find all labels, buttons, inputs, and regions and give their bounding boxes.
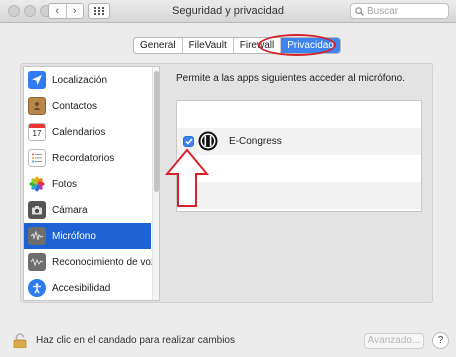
lock-message: Haz clic en el candado para realizar cam… — [36, 335, 235, 346]
sidebar-item-contactos[interactable]: Contactos — [24, 93, 151, 119]
sidebar-item-recordatorios[interactable]: Recordatorios — [24, 145, 151, 171]
sidebar-item-calendarios[interactable]: 17 Calendarios — [24, 119, 151, 145]
search-field[interactable] — [350, 3, 449, 19]
app-permission-list: E-Congress — [176, 100, 422, 212]
tab-general[interactable]: General — [134, 38, 183, 53]
sidebar-item-fotos[interactable]: Fotos — [24, 171, 151, 197]
sidebar-item-microfono[interactable]: Micrófono — [24, 223, 151, 249]
sidebar-item-label: Micrófono — [52, 230, 96, 242]
sidebar-scrollbar[interactable] — [152, 67, 159, 300]
help-button[interactable]: ? — [432, 332, 449, 349]
lock-icon[interactable] — [13, 333, 27, 348]
tab-filevault[interactable]: FileVault — [183, 38, 234, 53]
search-input[interactable] — [367, 5, 447, 17]
sidebar-item-label: Contactos — [52, 100, 98, 112]
checkmark-icon — [184, 138, 193, 145]
accessibility-icon — [28, 279, 46, 297]
list-empty-row — [177, 182, 421, 209]
sidebar-item-label: Fotos — [52, 178, 78, 190]
sidebar-item-localizacion[interactable]: Localización — [24, 67, 151, 93]
photos-flower-icon — [28, 175, 46, 193]
location-arrow-icon — [28, 71, 46, 89]
sidebar-item-label: Reconocimiento de voz — [52, 256, 156, 268]
list-spacer-row — [177, 101, 421, 128]
tab-firewall[interactable]: Firewall — [234, 38, 282, 53]
privacy-category-list: Localización Contactos 17 Calendarios Re… — [23, 66, 160, 301]
sidebar-item-label: Recordatorios — [52, 152, 115, 164]
sidebar-item-label: Localización — [52, 74, 108, 86]
calendar-icon: 17 — [28, 123, 46, 141]
microphone-waveform-icon — [28, 227, 46, 245]
tab-bar: General FileVault Firewall Privacidad — [133, 37, 341, 54]
app-name: E-Congress — [229, 136, 282, 147]
title-bar: ‹ › Seguridad y privacidad — [0, 0, 456, 23]
tab-privacidad[interactable]: Privacidad — [281, 38, 340, 53]
e-congress-app-icon — [198, 131, 218, 151]
sidebar-item-accesibilidad[interactable]: Accesibilidad — [24, 275, 151, 300]
advanced-button[interactable]: Avanzado... — [364, 333, 424, 349]
list-empty-row — [177, 155, 421, 182]
e-congress-checkbox[interactable] — [183, 136, 194, 147]
sidebar-item-camara[interactable]: Cámara — [24, 197, 151, 223]
camera-icon — [28, 201, 46, 219]
sidebar-item-label: Calendarios — [52, 126, 106, 138]
speech-waveform-icon — [28, 253, 46, 271]
sidebar-item-label: Cámara — [52, 204, 88, 216]
scrollbar-thumb[interactable] — [154, 71, 159, 192]
sidebar-item-label: Accesibilidad — [52, 282, 111, 294]
preferences-window: ‹ › Seguridad y privacidad General FileV… — [0, 0, 456, 357]
contacts-book-icon — [28, 97, 46, 115]
sidebar-item-reconocimiento-de-voz[interactable]: Reconocimiento de voz — [24, 249, 156, 275]
reminders-list-icon — [28, 149, 46, 167]
microphone-access-description: Permite a las apps siguientes acceder al… — [176, 73, 406, 84]
app-row-e-congress[interactable]: E-Congress — [177, 128, 421, 155]
search-icon — [355, 6, 364, 16]
